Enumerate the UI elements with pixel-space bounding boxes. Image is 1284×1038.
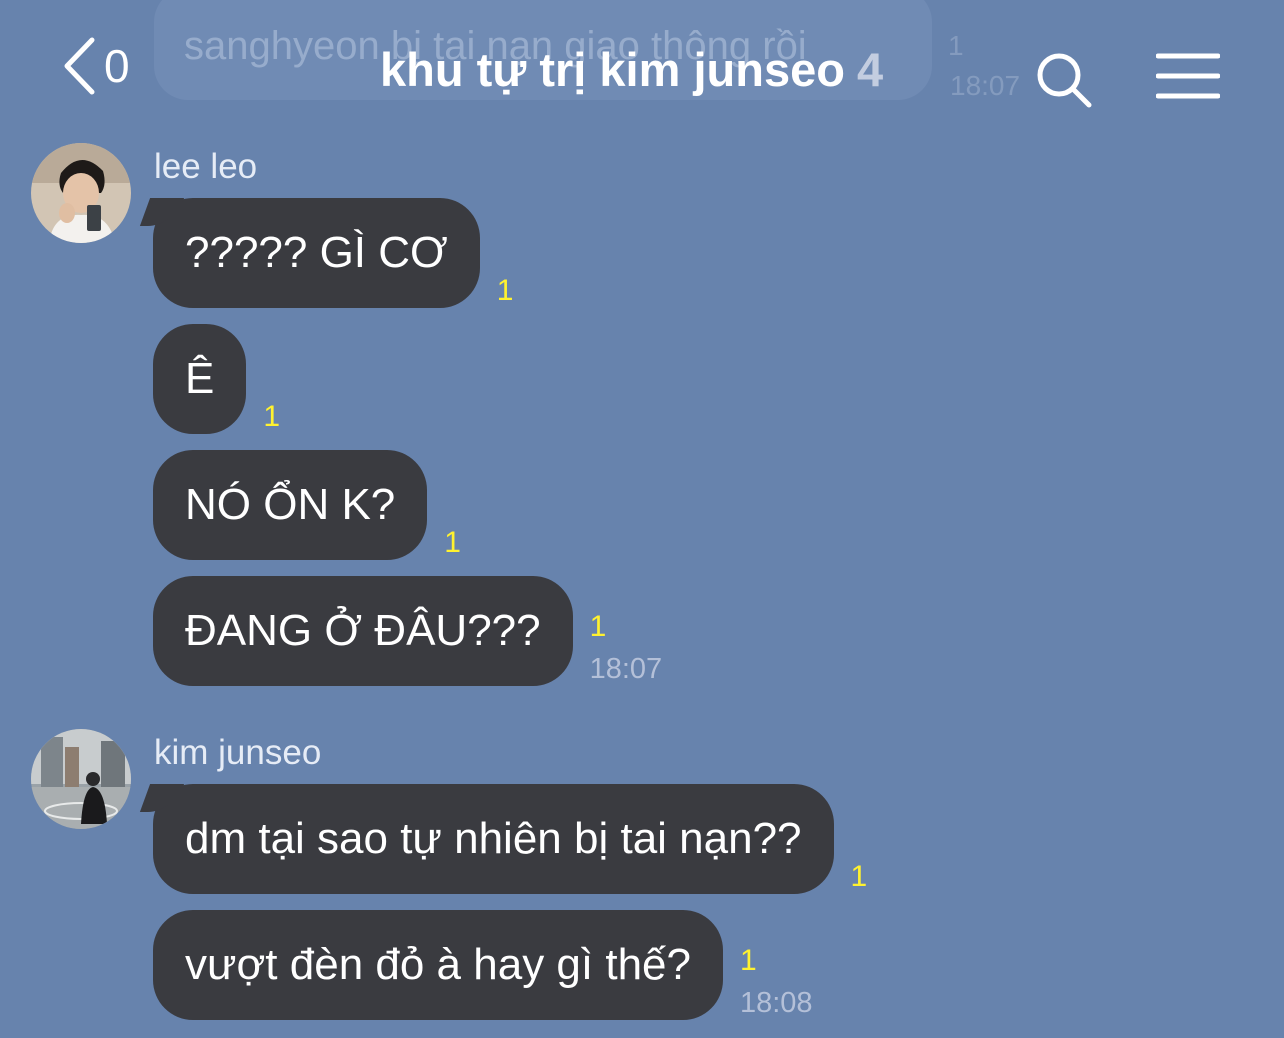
message-bubble[interactable]: ????? GÌ CƠ [153,198,480,308]
message-bubble[interactable]: Ê [153,324,247,434]
message-meta: 1 [263,400,280,434]
message-row: NÓ ỔN K? 1 [153,450,461,560]
unread-chats-count: 0 [104,40,130,92]
message-row: ĐANG Ở ĐÂU??? 1 18:07 [153,576,662,686]
unread-count: 1 [496,274,514,307]
message-meta: 1 18:07 [590,610,663,686]
sender-name: kim junseo [154,733,322,772]
message-bubble[interactable]: NÓ ỔN K? [153,450,428,560]
menu-button[interactable] [1155,52,1221,105]
message-meta: 1 [497,274,514,308]
message-bubble[interactable]: vượt đèn đỏ à hay gì thế? [153,910,723,1020]
message-meta: 1 18:08 [740,944,813,1020]
message-meta: 1 [851,860,868,894]
message-row: Ê 1 [153,324,280,434]
unread-count: 1 [739,944,757,977]
message-row: ????? GÌ CƠ 1 [153,198,513,308]
back-button[interactable]: 0 [62,36,130,96]
message-row: vượt đèn đỏ à hay gì thế? 1 18:08 [153,910,813,1020]
chat-room-name: khu tự trị kim junseo [380,43,845,96]
search-button[interactable] [1034,50,1094,115]
message-row: dm tại sao tự nhiên bị tai nạn?? 1 [153,784,867,894]
message-bubble[interactable]: dm tại sao tự nhiên bị tai nạn?? [153,784,834,894]
unread-count: 1 [444,526,461,559]
sender-name: lee leo [154,147,258,186]
chat-header: 0 khu tự trị kim junseo 4 [0,0,1284,130]
unread-count: 1 [263,400,281,433]
avatar-kim-junseo[interactable] [31,729,131,829]
unread-count: 1 [589,610,607,643]
member-count: 4 [856,43,884,96]
avatar-lee-leo[interactable] [31,143,131,243]
message-bubble[interactable]: ĐANG Ở ĐÂU??? [153,576,573,686]
search-icon [1037,53,1092,108]
menu-icon [1155,53,1221,99]
message-time: 18:07 [589,653,663,685]
chevron-left-icon [64,37,95,95]
message-time: 18:08 [739,987,813,1019]
chat-title: khu tự trị kim junseo 4 [380,42,883,97]
message-meta: 1 [444,526,461,560]
unread-count: 1 [850,860,868,893]
